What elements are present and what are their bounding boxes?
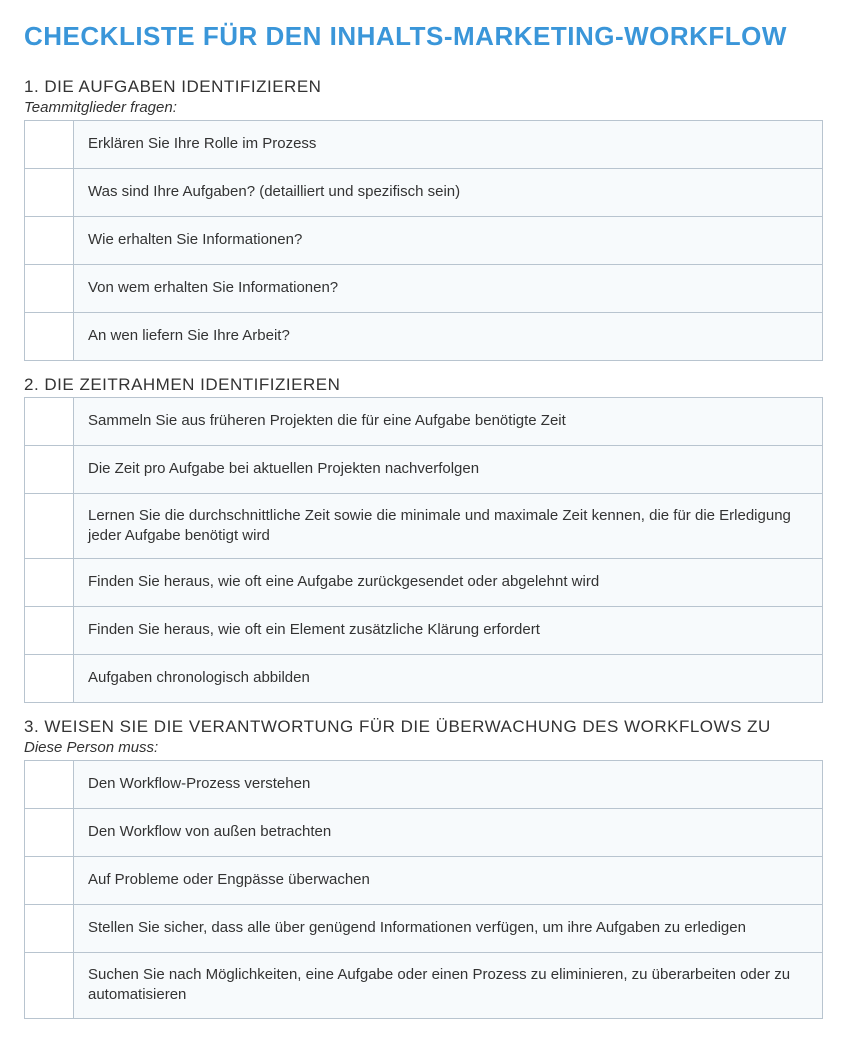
list-item: Von wem erhalten Sie Informationen? <box>74 264 823 312</box>
checkbox-cell[interactable] <box>25 397 74 445</box>
checklist-table-1: Erklären Sie Ihre Rolle im Prozess Was s… <box>24 120 823 361</box>
checkbox-cell[interactable] <box>25 168 74 216</box>
list-item: Sammeln Sie aus früheren Projekten die f… <box>74 397 823 445</box>
section-sub-1: Teammitglieder fragen: <box>24 99 823 116</box>
list-item: Stellen Sie sicher, dass alle über genüg… <box>74 905 823 953</box>
list-item: Suchen Sie nach Möglichkeiten, eine Aufg… <box>74 953 823 1019</box>
list-item: Den Workflow-Prozess verstehen <box>74 761 823 809</box>
checkbox-cell[interactable] <box>25 607 74 655</box>
table-row: Den Workflow von außen betrachten <box>25 809 823 857</box>
list-item: Wie erhalten Sie Informationen? <box>74 216 823 264</box>
checkbox-cell[interactable] <box>25 264 74 312</box>
list-item: Aufgaben chronologisch abbilden <box>74 655 823 703</box>
table-row: Wie erhalten Sie Informationen? <box>25 216 823 264</box>
table-row: Lernen Sie die durchschnittliche Zeit so… <box>25 493 823 559</box>
table-row: Was sind Ihre Aufgaben? (detailliert und… <box>25 168 823 216</box>
table-row: An wen liefern Sie Ihre Arbeit? <box>25 312 823 360</box>
list-item: Die Zeit pro Aufgabe bei aktuellen Proje… <box>74 445 823 493</box>
section-heading-1: 1. DIE AUFGABEN IDENTIFIZIEREN <box>24 77 823 97</box>
section-heading-2: 2. DIE ZEITRAHMEN IDENTIFIZIEREN <box>24 375 823 395</box>
table-row: Finden Sie heraus, wie oft eine Aufgabe … <box>25 559 823 607</box>
checkbox-cell[interactable] <box>25 493 74 559</box>
checkbox-cell[interactable] <box>25 809 74 857</box>
checkbox-cell[interactable] <box>25 216 74 264</box>
list-item: Finden Sie heraus, wie oft eine Aufgabe … <box>74 559 823 607</box>
checkbox-cell[interactable] <box>25 857 74 905</box>
table-row: Den Workflow-Prozess verstehen <box>25 761 823 809</box>
checkbox-cell[interactable] <box>25 445 74 493</box>
section-sub-3: Diese Person muss: <box>24 739 823 756</box>
list-item: Auf Probleme oder Engpässe überwachen <box>74 857 823 905</box>
section-heading-3: 3. WEISEN SIE DIE VERANTWORTUNG FÜR DIE … <box>24 717 823 737</box>
checkbox-cell[interactable] <box>25 761 74 809</box>
list-item: Was sind Ihre Aufgaben? (detailliert und… <box>74 168 823 216</box>
table-row: Suchen Sie nach Möglichkeiten, eine Aufg… <box>25 953 823 1019</box>
list-item: Erklären Sie Ihre Rolle im Prozess <box>74 120 823 168</box>
checkbox-cell[interactable] <box>25 559 74 607</box>
list-item: Den Workflow von außen betrachten <box>74 809 823 857</box>
list-item: Finden Sie heraus, wie oft ein Element z… <box>74 607 823 655</box>
checkbox-cell[interactable] <box>25 120 74 168</box>
checkbox-cell[interactable] <box>25 953 74 1019</box>
list-item: Lernen Sie die durchschnittliche Zeit so… <box>74 493 823 559</box>
table-row: Auf Probleme oder Engpässe überwachen <box>25 857 823 905</box>
table-row: Finden Sie heraus, wie oft ein Element z… <box>25 607 823 655</box>
checkbox-cell[interactable] <box>25 312 74 360</box>
checkbox-cell[interactable] <box>25 655 74 703</box>
table-row: Stellen Sie sicher, dass alle über genüg… <box>25 905 823 953</box>
checklist-table-3: Den Workflow-Prozess verstehen Den Workf… <box>24 760 823 1019</box>
table-row: Die Zeit pro Aufgabe bei aktuellen Proje… <box>25 445 823 493</box>
table-row: Von wem erhalten Sie Informationen? <box>25 264 823 312</box>
table-row: Erklären Sie Ihre Rolle im Prozess <box>25 120 823 168</box>
page-title: CHECKLISTE FÜR DEN INHALTS-MARKETING-WOR… <box>24 20 823 53</box>
table-row: Sammeln Sie aus früheren Projekten die f… <box>25 397 823 445</box>
checklist-table-2: Sammeln Sie aus früheren Projekten die f… <box>24 397 823 704</box>
list-item: An wen liefern Sie Ihre Arbeit? <box>74 312 823 360</box>
table-row: Aufgaben chronologisch abbilden <box>25 655 823 703</box>
checkbox-cell[interactable] <box>25 905 74 953</box>
